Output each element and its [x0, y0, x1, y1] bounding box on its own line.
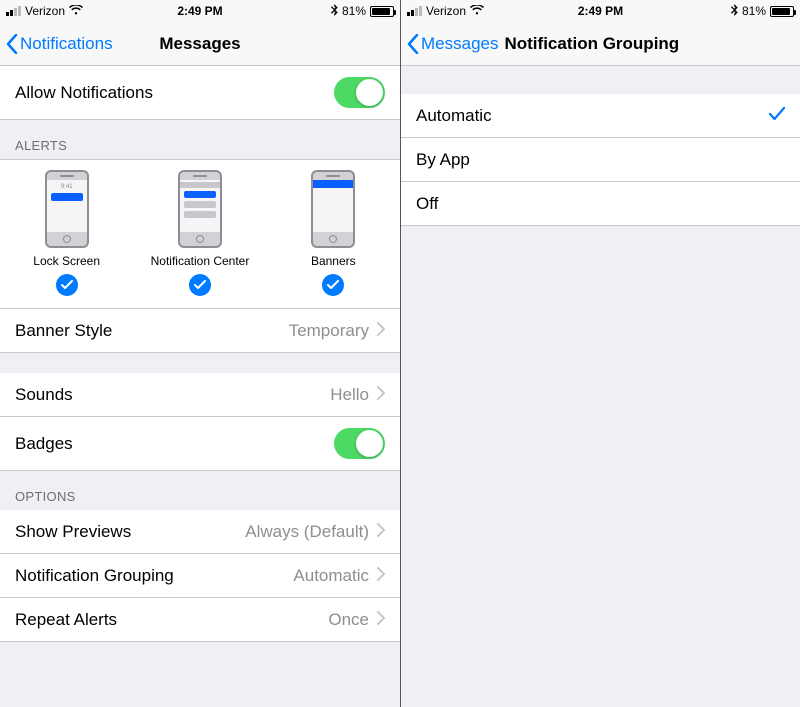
chevron-right-icon	[377, 522, 385, 542]
alerts-panel: 9:41 Lock Screen Notification Center	[0, 159, 400, 309]
back-button[interactable]: Notifications	[0, 34, 113, 54]
option-automatic[interactable]: Automatic	[401, 94, 800, 138]
banner-style-value: Temporary	[289, 321, 369, 341]
clock-label: 2:49 PM	[578, 4, 623, 18]
option-off[interactable]: Off	[401, 182, 800, 226]
checkmark-icon	[769, 106, 785, 126]
checkmark-icon	[189, 274, 211, 296]
back-label: Notifications	[20, 34, 113, 54]
nav-title: Notification Grouping	[504, 34, 679, 54]
sounds-value: Hello	[330, 385, 369, 405]
checkmark-icon	[322, 274, 344, 296]
notification-grouping-value: Automatic	[293, 566, 369, 586]
option-label: Automatic	[416, 106, 492, 126]
back-label: Messages	[421, 34, 498, 54]
badges-label: Badges	[15, 434, 73, 454]
banner-style-label: Banner Style	[15, 321, 112, 341]
bluetooth-icon	[331, 4, 338, 19]
battery-pct-label: 81%	[742, 4, 766, 18]
chevron-right-icon	[377, 566, 385, 586]
badges-row: Badges	[0, 417, 400, 471]
screen-messages-settings: Verizon 2:49 PM 81% Notifications Messag…	[0, 0, 400, 707]
signal-icon	[407, 6, 422, 16]
notification-grouping-row[interactable]: Notification Grouping Automatic	[0, 554, 400, 598]
option-by-app[interactable]: By App	[401, 138, 800, 182]
sounds-label: Sounds	[15, 385, 73, 405]
sounds-row[interactable]: Sounds Hello	[0, 373, 400, 417]
show-previews-value: Always (Default)	[245, 522, 369, 542]
repeat-alerts-row[interactable]: Repeat Alerts Once	[0, 598, 400, 642]
nav-bar: Messages Notification Grouping	[401, 22, 800, 66]
badges-toggle[interactable]	[334, 428, 385, 459]
screen-notification-grouping: Verizon 2:49 PM 81% Messages Notificatio…	[400, 0, 800, 707]
alert-tile-label: Notification Center	[151, 254, 250, 268]
wifi-icon	[69, 4, 83, 18]
signal-icon	[6, 6, 21, 16]
wifi-icon	[470, 4, 484, 18]
chevron-right-icon	[377, 321, 385, 341]
alert-tile-banners[interactable]: Banners	[273, 170, 393, 296]
allow-notifications-label: Allow Notifications	[15, 83, 153, 103]
status-bar: Verizon 2:49 PM 81%	[0, 0, 400, 22]
alerts-header: ALERTS	[0, 120, 400, 159]
chevron-right-icon	[377, 385, 385, 405]
clock-label: 2:49 PM	[177, 4, 222, 18]
carrier-label: Verizon	[426, 4, 466, 18]
carrier-label: Verizon	[25, 4, 65, 18]
repeat-alerts-value: Once	[328, 610, 369, 630]
show-previews-row[interactable]: Show Previews Always (Default)	[0, 510, 400, 554]
options-header: OPTIONS	[0, 471, 400, 510]
banner-style-row[interactable]: Banner Style Temporary	[0, 309, 400, 353]
allow-notifications-toggle[interactable]	[334, 77, 385, 108]
chevron-left-icon	[6, 34, 18, 54]
alert-tile-lock-screen[interactable]: 9:41 Lock Screen	[7, 170, 127, 296]
nav-bar: Notifications Messages	[0, 22, 400, 66]
battery-pct-label: 81%	[342, 4, 366, 18]
alert-tile-notification-center[interactable]: Notification Center	[140, 170, 260, 296]
notification-grouping-label: Notification Grouping	[15, 566, 174, 586]
lock-screen-icon: 9:41	[45, 170, 89, 248]
option-label: By App	[416, 150, 470, 170]
chevron-right-icon	[377, 610, 385, 630]
back-button[interactable]: Messages	[401, 34, 498, 54]
notification-center-icon	[178, 170, 222, 248]
battery-icon	[770, 6, 794, 17]
repeat-alerts-label: Repeat Alerts	[15, 610, 117, 630]
status-bar: Verizon 2:49 PM 81%	[401, 0, 800, 22]
allow-notifications-row: Allow Notifications	[0, 66, 400, 120]
show-previews-label: Show Previews	[15, 522, 131, 542]
option-label: Off	[416, 194, 438, 214]
alert-tile-label: Banners	[311, 254, 356, 268]
checkmark-icon	[56, 274, 78, 296]
chevron-left-icon	[407, 34, 419, 54]
banners-icon	[311, 170, 355, 248]
bluetooth-icon	[731, 4, 738, 19]
alert-tile-label: Lock Screen	[33, 254, 100, 268]
battery-icon	[370, 6, 394, 17]
